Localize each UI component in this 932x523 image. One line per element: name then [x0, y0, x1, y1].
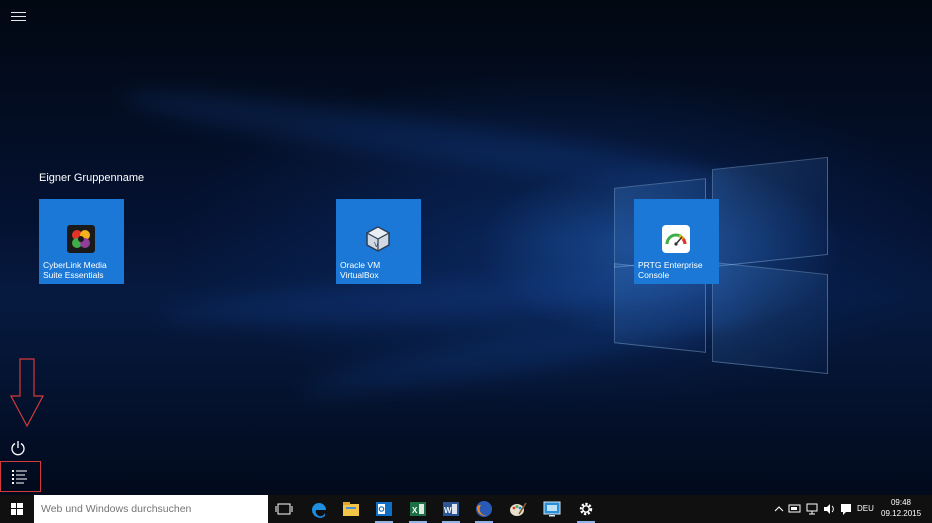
tile-group-title[interactable]: Eigner Gruppenname	[39, 172, 144, 184]
excel-icon: X	[410, 502, 426, 516]
battery-icon[interactable]	[788, 495, 802, 523]
firefox-taskbar-item[interactable]	[473, 498, 495, 523]
start-screen: Eigner Gruppenname CyberLink Media Suite…	[0, 0, 932, 495]
tile-label: PRTG Enterprise Console	[638, 260, 703, 280]
tile-label: CyberLink Media Suite Essentials	[43, 260, 107, 280]
clock-date: 09.12.2015	[881, 509, 922, 518]
tile-cyberlink-media-suite[interactable]: CyberLink Media Suite Essentials	[39, 199, 124, 284]
firefox-icon	[476, 501, 492, 517]
clock-time: 09:48	[890, 498, 912, 507]
virtualbox-icon: V	[365, 226, 391, 252]
input-language-indicator[interactable]: DEU	[857, 504, 874, 513]
svg-text:V: V	[374, 242, 379, 249]
cyberlink-icon	[67, 225, 95, 253]
wallpaper-window-pane	[712, 156, 828, 268]
remote-desktop-icon[interactable]	[541, 498, 563, 520]
settings-taskbar-item[interactable]	[575, 498, 597, 523]
all-apps-list-icon	[12, 470, 27, 484]
windows-logo-icon	[11, 503, 23, 515]
word-taskbar-item[interactable]: W	[440, 498, 462, 523]
outlook-icon	[376, 502, 392, 516]
tile-label: Oracle VM VirtualBox	[340, 260, 381, 280]
annotation-arrow-icon	[10, 358, 44, 428]
network-icon[interactable]	[805, 495, 819, 523]
tile-oracle-vm-virtualbox[interactable]: V Oracle VM VirtualBox	[336, 199, 421, 284]
start-button[interactable]	[0, 495, 34, 523]
all-apps-button[interactable]	[0, 461, 41, 492]
power-icon[interactable]	[10, 440, 26, 456]
hamburger-menu-icon[interactable]	[11, 11, 27, 23]
edge-icon[interactable]	[308, 498, 330, 520]
wallpaper-window-pane	[712, 261, 828, 375]
settings-icon	[579, 502, 593, 516]
svg-text:X: X	[412, 506, 418, 515]
show-hidden-icons-chevron-up-icon[interactable]	[772, 495, 786, 523]
tile-prtg-enterprise-console[interactable]: PRTG Enterprise Console	[634, 199, 719, 284]
paint-icon[interactable]	[507, 498, 529, 520]
outlook-taskbar-item[interactable]	[373, 498, 395, 523]
excel-taskbar-item[interactable]: X	[407, 498, 429, 523]
search-input[interactable]	[34, 495, 268, 523]
volume-icon[interactable]	[822, 495, 836, 523]
svg-text:W: W	[444, 506, 452, 515]
clock[interactable]: 09:48 09.12.2015	[881, 497, 921, 519]
file-explorer-icon[interactable]	[340, 498, 362, 520]
taskbar: X W	[0, 495, 932, 523]
task-view-icon[interactable]	[273, 498, 295, 520]
action-center-icon[interactable]	[839, 495, 853, 523]
word-icon: W	[443, 502, 459, 516]
prtg-icon	[662, 225, 690, 253]
